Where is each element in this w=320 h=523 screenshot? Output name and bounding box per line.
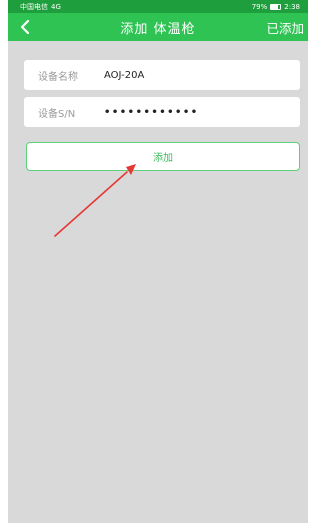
add-button[interactable]: 添加 bbox=[26, 142, 300, 171]
clock: 2:38 bbox=[284, 2, 300, 11]
added-devices-link[interactable]: 已添加 bbox=[266, 13, 304, 41]
chevron-left-icon bbox=[20, 20, 30, 34]
device-name-label: 设备名称 bbox=[38, 71, 78, 83]
device-sn-label: 设备S/N bbox=[38, 108, 76, 120]
battery-icon bbox=[270, 3, 282, 10]
device-form: 设备名称 AOJ-20A 设备S/N •••••••••••• bbox=[24, 60, 300, 134]
device-name-field[interactable]: 设备名称 AOJ-20A bbox=[24, 60, 300, 90]
device-sn-field[interactable]: 设备S/N •••••••••••• bbox=[24, 97, 300, 127]
device-name-value[interactable]: AOJ-20A bbox=[104, 70, 144, 81]
status-bar: 中国电信 4G 79% 2:38 bbox=[8, 0, 308, 13]
nav-bar: 添加 体温枪 已添加 bbox=[8, 13, 308, 41]
back-button[interactable] bbox=[14, 16, 36, 38]
phone-screen: 中国电信 4G 79% 2:38 添加 体温枪 已添加 设备名称 AOJ-20A… bbox=[8, 0, 308, 523]
battery-percent: 79% bbox=[251, 2, 268, 11]
device-sn-value[interactable]: •••••••••••• bbox=[104, 107, 199, 118]
page-title: 添加 体温枪 bbox=[120, 21, 196, 37]
network-indicator: 4G bbox=[51, 2, 61, 11]
carrier-label: 中国电信 bbox=[20, 2, 48, 11]
